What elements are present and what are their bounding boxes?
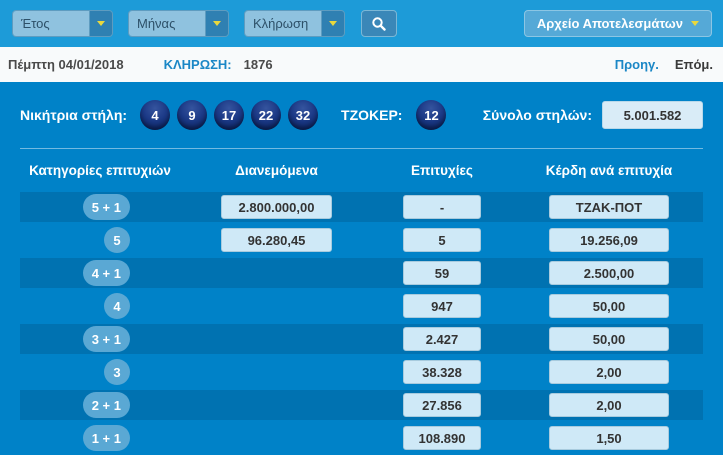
hits-value: 108.890 <box>403 426 481 450</box>
search-icon <box>371 16 387 32</box>
draw-dropdown-value[interactable]: Κλήρωση <box>245 11 321 36</box>
category-badge: 4 <box>104 293 130 319</box>
hits-value: 38.328 <box>403 360 481 384</box>
search-button[interactable] <box>361 10 397 37</box>
year-dropdown-value[interactable]: Έτος <box>13 11 89 36</box>
draw-label: ΚΛΗΡΩΣΗ: <box>164 57 232 72</box>
total-columns-label: Σύνολο στηλών: <box>483 107 592 123</box>
prize-value: 2.500,00 <box>549 261 669 285</box>
category-badge: 3 <box>104 359 130 385</box>
draw-dropdown-arrow-button[interactable] <box>321 11 344 36</box>
table-row: 5 + 1 2.800.000,00 - ΤΖΑΚ-ΠΟΤ <box>20 192 703 222</box>
table-row: 4 + 1 59 2.500,00 <box>20 258 703 288</box>
draw-dropdown[interactable]: Κλήρωση <box>244 10 345 37</box>
table-header: Κατηγορίες επιτυχιών Διανεμόμενα Επιτυχί… <box>0 149 723 192</box>
winning-numbers-section: Νικήτρια στήλη: 4 9 17 22 32 ΤΖΟΚΕΡ: 12 … <box>0 82 723 148</box>
month-dropdown-value[interactable]: Μήνας <box>129 11 205 36</box>
category-badge: 2 + 1 <box>83 392 130 418</box>
joker-results-window: Έτος Μήνας Κλήρωση Αρχείο Αποτελεσμάτων <box>0 0 723 455</box>
number-ball: 17 <box>214 100 244 130</box>
distributed-value: 2.800.000,00 <box>221 195 332 219</box>
joker-ball: 12 <box>416 100 446 130</box>
month-dropdown-arrow-button[interactable] <box>205 11 228 36</box>
next-draw-link[interactable]: Επόμ. <box>675 57 713 72</box>
hits-value: 5 <box>403 228 481 252</box>
hits-value: 2.427 <box>403 327 481 351</box>
chevron-down-icon <box>329 21 337 26</box>
chevron-down-icon <box>97 21 105 26</box>
draw-number: 1876 <box>244 57 273 72</box>
category-badge: 1 + 1 <box>83 425 130 451</box>
total-columns-value: 5.001.582 <box>602 101 703 129</box>
month-dropdown[interactable]: Μήνας <box>128 10 229 37</box>
header-distributed: Διανεμόμενα <box>221 149 332 192</box>
draw-info-bar: Πέμπτη 04/01/2018 ΚΛΗΡΩΣΗ: 1876 Προηγ. Ε… <box>0 47 723 82</box>
archive-results-button[interactable]: Αρχείο Αποτελεσμάτων <box>524 10 712 37</box>
number-ball: 4 <box>140 100 170 130</box>
hits-value: - <box>403 195 481 219</box>
category-badge: 5 + 1 <box>83 194 130 220</box>
previous-draw-link[interactable]: Προηγ. <box>615 57 659 72</box>
prize-value: ΤΖΑΚ-ΠΟΤ <box>549 195 669 219</box>
header-prize: Κέρδη ανά επιτυχία <box>549 149 669 192</box>
table-row: 4 947 50,00 <box>20 291 703 321</box>
header-categories: Κατηγορίες επιτυχιών <box>20 149 180 192</box>
prize-value: 2,00 <box>549 393 669 417</box>
joker-label: ΤΖΟΚΕΡ: <box>341 107 402 123</box>
total-columns: Σύνολο στηλών: 5.001.582 <box>483 101 703 129</box>
distributed-value: 96.280,45 <box>221 228 332 252</box>
category-badge: 3 + 1 <box>83 326 130 352</box>
archive-results-label: Αρχείο Αποτελεσμάτων <box>537 16 683 31</box>
chevron-down-icon <box>691 21 699 26</box>
chevron-down-icon <box>213 21 221 26</box>
number-ball: 22 <box>251 100 281 130</box>
hits-value: 27.856 <box>403 393 481 417</box>
winning-column-label: Νικήτρια στήλη: <box>20 107 127 123</box>
winning-numbers: 4 9 17 22 32 <box>140 100 318 130</box>
prize-value: 19.256,09 <box>549 228 669 252</box>
hits-value: 59 <box>403 261 481 285</box>
year-dropdown-arrow-button[interactable] <box>89 11 112 36</box>
filter-toolbar: Έτος Μήνας Κλήρωση Αρχείο Αποτελεσμάτων <box>0 0 723 47</box>
table-row: 3 + 1 2.427 50,00 <box>20 324 703 354</box>
number-ball: 32 <box>288 100 318 130</box>
number-ball: 9 <box>177 100 207 130</box>
prize-value: 50,00 <box>549 327 669 351</box>
results-panel: Νικήτρια στήλη: 4 9 17 22 32 ΤΖΟΚΕΡ: 12 … <box>0 82 723 455</box>
year-dropdown[interactable]: Έτος <box>12 10 113 37</box>
prize-value: 1,50 <box>549 426 669 450</box>
table-row: 2 + 1 27.856 2,00 <box>20 390 703 420</box>
prize-value: 50,00 <box>549 294 669 318</box>
prize-value: 2,00 <box>549 360 669 384</box>
table-row: 5 96.280,45 5 19.256,09 <box>20 225 703 255</box>
table-row: 3 38.328 2,00 <box>20 357 703 387</box>
draw-navigation: Προηγ. Επόμ. <box>615 57 713 72</box>
draw-date: Πέμπτη 04/01/2018 <box>8 57 124 72</box>
header-hits: Επιτυχίες <box>403 149 481 192</box>
table-row: 1 + 1 108.890 1,50 <box>20 423 703 453</box>
hits-value: 947 <box>403 294 481 318</box>
category-badge: 4 + 1 <box>83 260 130 286</box>
category-badge: 5 <box>104 227 130 253</box>
